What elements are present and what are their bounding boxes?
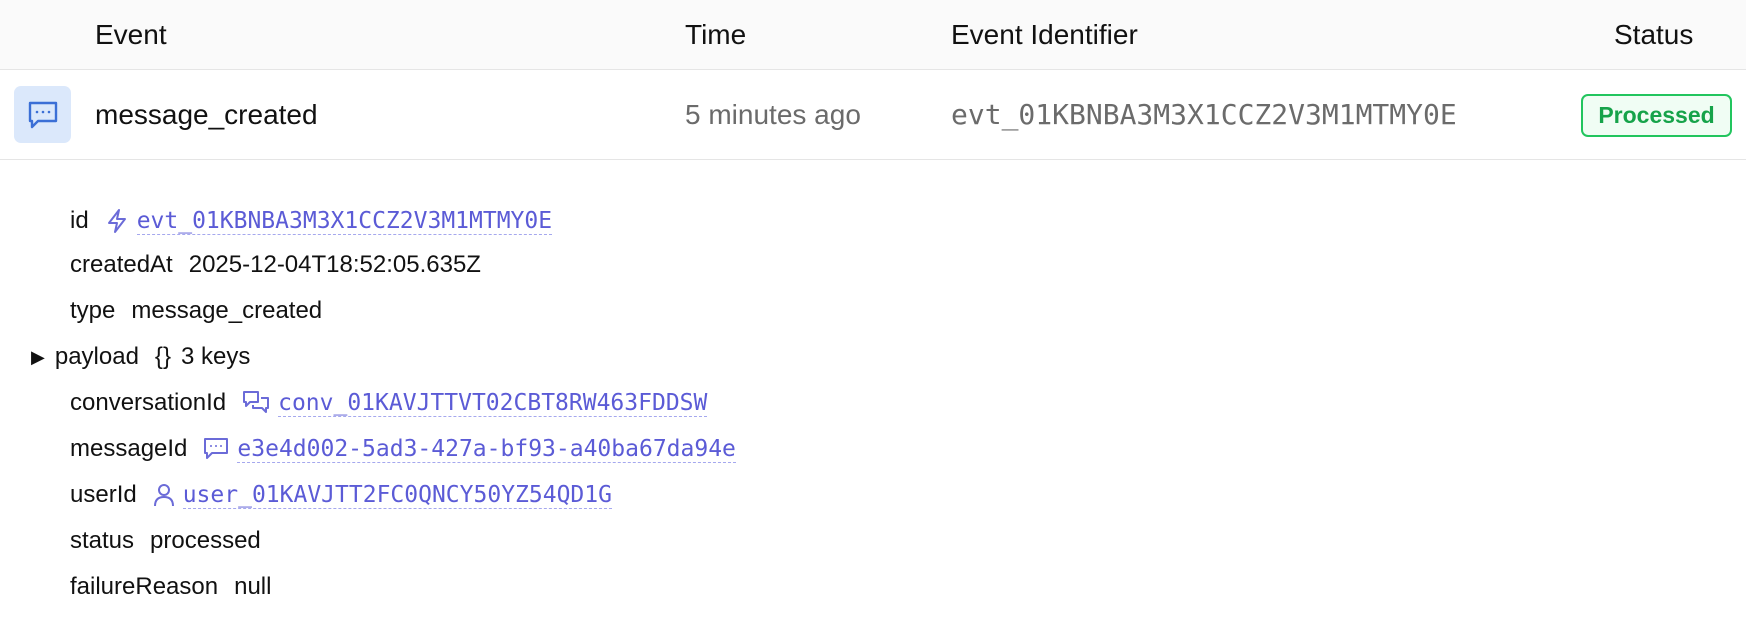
user-icon bbox=[153, 482, 175, 508]
payload-summary: 3 keys bbox=[180, 343, 251, 370]
conversation-icon bbox=[242, 390, 270, 416]
detail-key: id bbox=[70, 207, 89, 234]
detail-conversationId: conversationId conv_01KAVJTTVT02CBT8RW46… bbox=[70, 383, 708, 423]
detail-createdAt: createdAt 2025-12-04T18:52:05.635Z bbox=[70, 245, 481, 285]
detail-key: userId bbox=[70, 481, 137, 508]
detail-value: message_created bbox=[131, 297, 323, 324]
detail-userId: userId user_01KAVJTT2FC0QNCY50YZ54QD1G bbox=[70, 475, 612, 515]
status-badge: Processed bbox=[1581, 94, 1732, 137]
detail-type: type message_created bbox=[70, 291, 322, 331]
object-braces: {} bbox=[154, 343, 171, 370]
detail-payload[interactable]: ▶ payload {} 3 keys bbox=[31, 337, 250, 377]
detail-failureReason: failureReason null bbox=[70, 567, 271, 607]
conversation-id-link[interactable]: conv_01KAVJTTVT02CBT8RW463FDDSW bbox=[278, 390, 708, 417]
detail-key: conversationId bbox=[70, 389, 227, 416]
column-header-time[interactable]: Time bbox=[685, 0, 746, 70]
event-name: message_created bbox=[95, 99, 318, 130]
message-icon bbox=[14, 86, 71, 143]
detail-key: failureReason bbox=[70, 573, 219, 600]
detail-key: status bbox=[70, 527, 135, 554]
expand-toggle-icon[interactable]: ▶ bbox=[31, 347, 45, 368]
detail-value: null bbox=[234, 573, 272, 600]
detail-key: createdAt bbox=[70, 251, 173, 278]
event-id-link[interactable]: evt_01KBNBA3M3X1CCZ2V3M1MTMY0E bbox=[136, 208, 553, 235]
detail-messageId: messageId e3e4d002-5ad3-427a-bf93-a40ba6… bbox=[70, 429, 736, 469]
detail-value: processed bbox=[150, 527, 261, 554]
user-id-link[interactable]: user_01KAVJTT2FC0QNCY50YZ54QD1G bbox=[182, 482, 612, 509]
message-id-link[interactable]: e3e4d002-5ad3-427a-bf93-a40ba67da94e bbox=[237, 436, 736, 463]
event-time: 5 minutes ago bbox=[685, 99, 861, 130]
bolt-icon bbox=[105, 208, 129, 234]
event-row[interactable]: message_created 5 minutes ago evt_01KBNB… bbox=[0, 70, 1746, 160]
message-icon bbox=[203, 437, 229, 461]
column-header-status[interactable]: Status bbox=[1614, 0, 1693, 70]
detail-id: id evt_01KBNBA3M3X1CCZ2V3M1MTMY0E bbox=[70, 201, 553, 241]
column-header-event[interactable]: Event bbox=[95, 0, 167, 70]
event-detail-panel: id evt_01KBNBA3M3X1CCZ2V3M1MTMY0E create… bbox=[0, 161, 1746, 618]
event-identifier: evt_01KBNBA3M3X1CCZ2V3M1MTMY0E bbox=[951, 98, 1457, 131]
detail-key: messageId bbox=[70, 435, 188, 462]
detail-status: status processed bbox=[70, 521, 261, 561]
detail-key: type bbox=[70, 297, 116, 324]
table-header: Event Time Event Identifier Status bbox=[0, 0, 1746, 70]
detail-value: 2025-12-04T18:52:05.635Z bbox=[188, 251, 481, 278]
column-header-identifier[interactable]: Event Identifier bbox=[951, 0, 1138, 70]
detail-key: payload bbox=[54, 343, 139, 370]
